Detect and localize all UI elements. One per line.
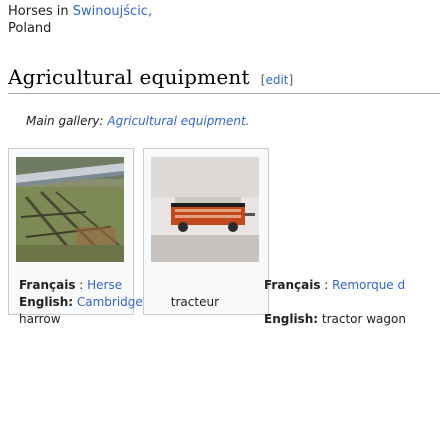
- edit-section: [edit]: [260, 73, 294, 87]
- en-label: English:: [19, 295, 74, 309]
- fr-label-2: Français: [264, 278, 321, 292]
- en-label-2: English:: [264, 312, 319, 326]
- image-caption-horses: Horses in Swinoujścic, Poland: [8, 4, 153, 36]
- section-title: Agricultural equipment: [8, 65, 250, 89]
- place-link[interactable]: Swinoujścic,: [73, 4, 152, 19]
- gallery-caption-wagon: Français : Remorque d English: tractor w…: [264, 278, 406, 326]
- fr-value-link-2[interactable]: Remorque d: [332, 278, 405, 292]
- extra-line: harrow: [19, 312, 61, 326]
- fr-label: Français: [19, 278, 76, 292]
- tractor-wagon-photo[interactable]: [151, 157, 259, 262]
- main-gallery-link[interactable]: Agricultural equipment.: [107, 114, 249, 128]
- main-gallery-hatnote: Main gallery: Agricultural equipment.: [26, 114, 250, 128]
- en-value-2: tractor wagon: [318, 312, 406, 326]
- en-value-link[interactable]: Cambridge: [73, 295, 143, 309]
- mid-word: tracteur: [170, 295, 220, 309]
- harrow-photo[interactable]: [16, 157, 124, 262]
- gallery-caption-harrow: Français : Herse English: Cambridge tract…: [19, 278, 220, 326]
- fr-value-link[interactable]: Herse: [87, 278, 122, 292]
- section-heading: Agricultural equipment [edit]: [8, 65, 440, 94]
- edit-link[interactable]: edit: [265, 73, 288, 87]
- country-text: Poland: [8, 21, 52, 36]
